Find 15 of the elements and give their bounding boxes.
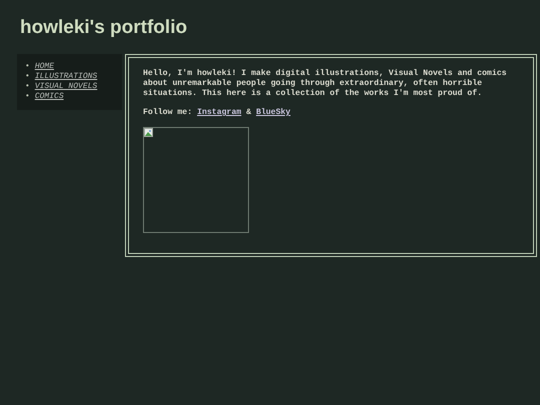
bullet-mark: •: [25, 72, 30, 81]
social-link[interactable]: BlueSky: [256, 108, 290, 117]
bullet-mark: •: [25, 92, 30, 101]
nav-link[interactable]: HOME: [34, 62, 54, 71]
nav-link[interactable]: VISUAL NOVELS: [34, 82, 98, 91]
nav-link[interactable]: COMICS: [34, 92, 64, 101]
separator-text: &: [246, 108, 252, 117]
page-title: howleki's portfolio: [19, 16, 188, 40]
social-link[interactable]: Instagram: [197, 108, 242, 117]
bullet-mark: •: [25, 82, 30, 91]
bullet-mark: •: [25, 62, 30, 71]
follow-label: Follow me:: [143, 108, 192, 117]
intro-paragraph: Hello, I'm howleki! I make digital illustrations, Visual Novels and comics about unremarkable people going through extraordinary, often horrible situations. This here is a collection of the works I'm most proud of.: [143, 69, 508, 99]
broken-image-icon: [144, 128, 153, 137]
nav-link[interactable]: ILLUSTRATIONS: [34, 72, 98, 81]
